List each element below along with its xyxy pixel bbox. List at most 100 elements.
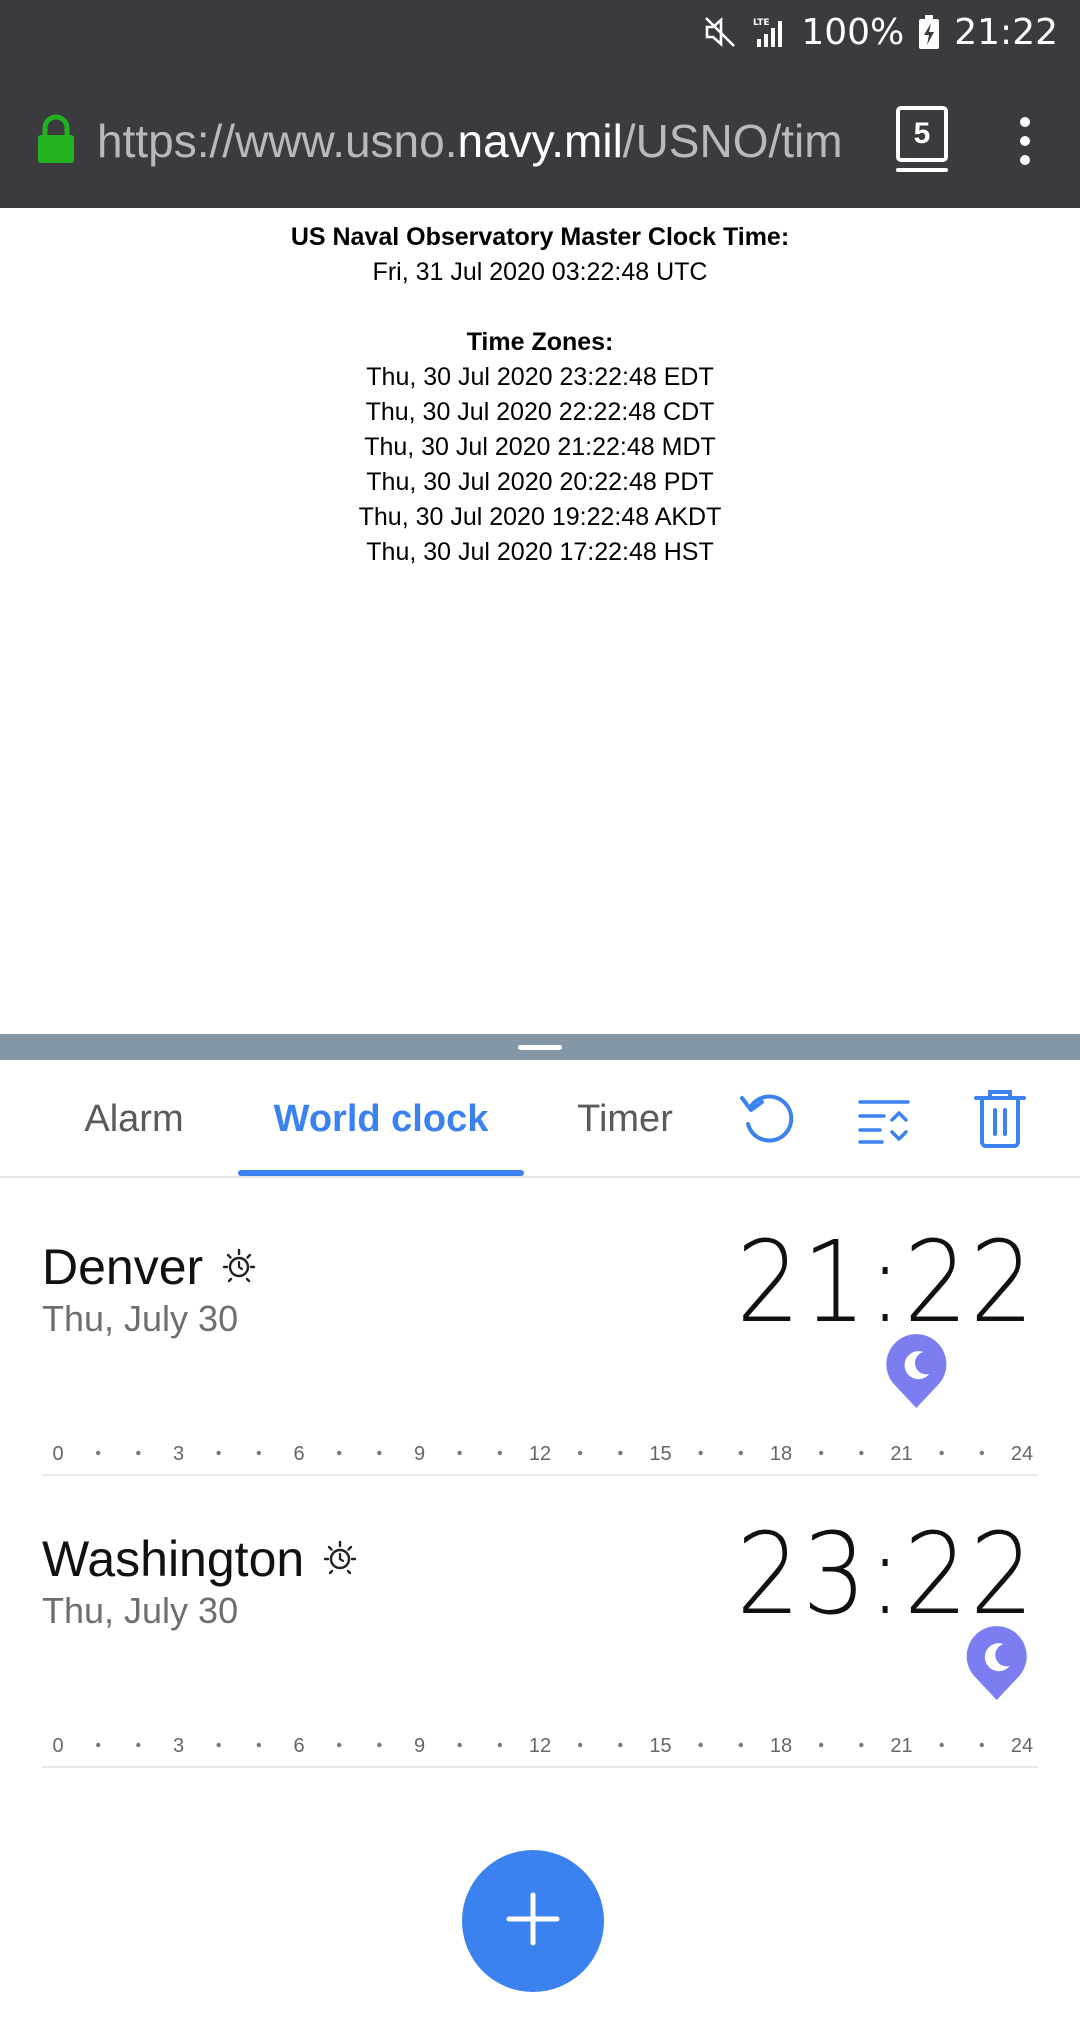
svg-text:LTE: LTE bbox=[753, 18, 770, 28]
timeline-hour-dot bbox=[256, 1450, 262, 1456]
tab-world-clock[interactable]: World clock bbox=[238, 1060, 524, 1178]
timeline-hour-label: 3 bbox=[173, 1735, 184, 1757]
add-city-button[interactable] bbox=[462, 1850, 604, 1992]
timeline-hour-dot bbox=[698, 1742, 703, 1748]
city-name-row: Denver bbox=[42, 1238, 257, 1296]
timeline-hour-label: 24 bbox=[1011, 1735, 1033, 1757]
timeline-hour-label: 18 bbox=[770, 1735, 792, 1757]
reset-icon[interactable] bbox=[736, 1086, 800, 1150]
timeline-hour-label: 0 bbox=[52, 1443, 63, 1465]
tab-bar: Alarm World clock Timer bbox=[0, 1060, 1080, 1178]
world-clock-item[interactable]: Washington Thu, July 30 23:22 0 3 6 9 12 15 18… bbox=[0, 1492, 1080, 1782]
timeline-hour-dot bbox=[457, 1450, 462, 1456]
time-zone-line: Thu, 30 Jul 2020 22:22:48 CDT bbox=[365, 398, 715, 426]
time-zone-line: Thu, 30 Jul 2020 17:22:48 HST bbox=[366, 538, 714, 566]
delete-icon[interactable] bbox=[968, 1086, 1032, 1150]
timeline-hour-label: 9 bbox=[414, 1735, 425, 1757]
url-prefix: https://www.usno. bbox=[97, 115, 458, 167]
timeline-hour-dot bbox=[698, 1450, 703, 1456]
timeline-hour-dot bbox=[497, 1742, 503, 1748]
city-name: Washington bbox=[42, 1531, 305, 1587]
status-time: 21:22 bbox=[954, 11, 1058, 53]
timeline-hour-dot bbox=[256, 1742, 262, 1748]
timeline-hour-label: 6 bbox=[293, 1735, 304, 1757]
sun-icon bbox=[322, 1530, 358, 1588]
sun-icon bbox=[221, 1238, 257, 1296]
timeline-svg: 0 3 6 9 12 15 18 21 24 bbox=[52, 1626, 1033, 1757]
timeline-hour-dot bbox=[216, 1742, 221, 1748]
address-bar[interactable]: https://www.usno.navy.mil/USNO/tim 5 bbox=[0, 96, 1080, 186]
timeline-hour-dot bbox=[216, 1450, 221, 1456]
timeline-hour-dot bbox=[95, 1450, 101, 1456]
city-name-row: Washington bbox=[42, 1530, 358, 1588]
browser-chrome: LTE 100% 21:22 https://www.usno.navy.mil… bbox=[0, 0, 1080, 208]
timeline-hour-label: 18 bbox=[770, 1443, 792, 1465]
timeline-baseline bbox=[42, 1474, 1038, 1476]
status-bar: LTE 100% 21:22 bbox=[703, 8, 1058, 56]
battery-charging-icon bbox=[918, 14, 940, 50]
timeline-hour-dot bbox=[738, 1450, 744, 1456]
timeline-hour-dot bbox=[577, 1742, 583, 1748]
timeline-hour-dot bbox=[818, 1742, 824, 1748]
url-text[interactable]: https://www.usno.navy.mil/USNO/tim bbox=[97, 106, 865, 176]
tab-switcher-button[interactable]: 5 bbox=[896, 106, 948, 172]
url-suffix: /USNO/tim bbox=[622, 115, 843, 167]
timeline-hour-label: 6 bbox=[293, 1443, 304, 1465]
divider-grip[interactable] bbox=[518, 1045, 562, 1050]
mute-icon bbox=[703, 15, 737, 49]
timeline-svg: 0 3 6 9 12 15 18 21 24 bbox=[52, 1334, 1033, 1465]
timeline-hour-dot bbox=[818, 1450, 824, 1456]
day-timeline: 0 3 6 9 12 15 18 21 24 bbox=[42, 1626, 1038, 1772]
battery-percent: 100% bbox=[801, 11, 905, 53]
timeline-hour-dot bbox=[979, 1450, 985, 1456]
city-name: Denver bbox=[42, 1239, 204, 1295]
timeline-hour-dot bbox=[859, 1450, 864, 1456]
timeline-hour-label: 0 bbox=[52, 1735, 63, 1757]
overflow-menu-icon[interactable] bbox=[1010, 106, 1040, 176]
current-time-marker bbox=[966, 1626, 1027, 1700]
timeline-hour-dot bbox=[377, 1742, 382, 1748]
timeline-hour-dot bbox=[457, 1742, 462, 1748]
timeline-hour-dot bbox=[136, 1450, 141, 1456]
timeline-hour-dot bbox=[336, 1450, 342, 1456]
timeline-hour-label: 12 bbox=[529, 1735, 551, 1757]
city-date: Thu, July 30 bbox=[42, 1590, 239, 1631]
clock-app: Alarm World clock Timer Denver Thu, July… bbox=[0, 1060, 1080, 2034]
timeline-hour-dot bbox=[577, 1450, 583, 1456]
time-zone-line: Thu, 30 Jul 2020 23:22:48 EDT bbox=[366, 363, 714, 391]
city-time: 23:22 bbox=[736, 1510, 1036, 1640]
tab-timer[interactable]: Timer bbox=[540, 1060, 710, 1178]
city-time: 21:22 bbox=[736, 1218, 1036, 1348]
lock-icon bbox=[36, 114, 76, 164]
timeline-hour-dot bbox=[979, 1742, 985, 1748]
active-tab-indicator bbox=[238, 1170, 524, 1176]
timeline-hour-label: 24 bbox=[1011, 1443, 1033, 1465]
master-clock-title: US Naval Observatory Master Clock Time: bbox=[290, 223, 790, 251]
tab-alarm[interactable]: Alarm bbox=[44, 1060, 224, 1178]
timeline-hour-dot bbox=[618, 1742, 623, 1748]
reorder-icon[interactable] bbox=[852, 1086, 916, 1150]
timeline-hour-dot bbox=[497, 1450, 503, 1456]
time-zone-line: Thu, 30 Jul 2020 21:22:48 MDT bbox=[364, 433, 716, 461]
timeline-hour-label: 9 bbox=[414, 1443, 425, 1465]
master-clock-time: Fri, 31 Jul 2020 03:22:48 UTC bbox=[372, 258, 708, 286]
split-screen-divider[interactable] bbox=[0, 1034, 1080, 1060]
timeline-hour-dot bbox=[738, 1742, 744, 1748]
timeline-hour-label: 15 bbox=[649, 1443, 671, 1465]
world-clock-item[interactable]: Denver Thu, July 30 21:22 0 3 6 9 12 15 18 21 24 bbox=[0, 1200, 1080, 1490]
time-zone-line: Thu, 30 Jul 2020 20:22:48 PDT bbox=[366, 468, 714, 496]
city-date: Thu, July 30 bbox=[42, 1298, 239, 1339]
url-host: navy.mil bbox=[457, 115, 623, 167]
lte-signal-icon: LTE bbox=[751, 15, 787, 49]
timeline-hour-label: 21 bbox=[890, 1443, 912, 1465]
timeline-hour-dot bbox=[939, 1742, 944, 1748]
timeline-hour-dot bbox=[939, 1450, 944, 1456]
timeline-hour-label: 3 bbox=[173, 1443, 184, 1465]
time-zones-title: Time Zones: bbox=[466, 328, 614, 356]
timeline-hour-dot bbox=[336, 1742, 342, 1748]
timeline-hour-dot bbox=[95, 1742, 101, 1748]
timeline-hour-label: 21 bbox=[890, 1735, 912, 1757]
timeline-baseline bbox=[42, 1766, 1038, 1768]
timeline-hour-label: 12 bbox=[529, 1443, 551, 1465]
webpage-content: US Naval Observatory Master Clock Time: … bbox=[0, 208, 1080, 1034]
